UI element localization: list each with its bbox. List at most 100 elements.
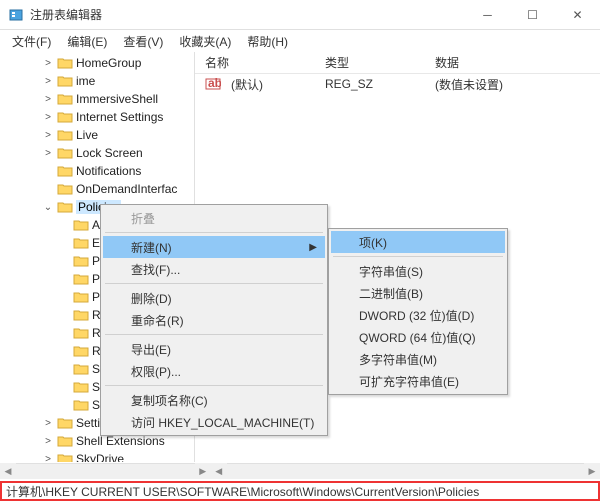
ctx-rename[interactable]: 重命名(R)	[103, 309, 325, 331]
folder-icon	[73, 398, 89, 412]
string-value-icon: ab	[205, 76, 221, 92]
new-expand-string[interactable]: 可扩充字符串值(E)	[331, 370, 505, 392]
folder-icon	[57, 110, 73, 124]
tree-node[interactable]: > HomeGroup	[2, 54, 194, 72]
folder-icon	[57, 416, 73, 430]
tree-node-label: P	[92, 272, 100, 286]
statusbar: 计算机\HKEY CURRENT USER\SOFTWARE\Microsoft…	[0, 481, 600, 501]
ctx-goto-hklm[interactable]: 访问 HKEY_LOCAL_MACHINE(T)	[103, 411, 325, 433]
collapse-icon[interactable]: ⌄	[42, 202, 54, 213]
menu-favorites[interactable]: 收藏夹(A)	[173, 31, 237, 52]
folder-icon	[73, 380, 89, 394]
folder-icon	[73, 236, 89, 250]
scroll-right-button[interactable]: ▶	[584, 463, 600, 479]
tree-node-label: ime	[76, 74, 95, 88]
menu-help[interactable]: 帮助(H)	[241, 31, 294, 52]
statusbar-path: 计算机\HKEY CURRENT USER\SOFTWARE\Microsoft…	[6, 483, 479, 500]
ctx-separator	[105, 334, 323, 335]
col-name[interactable]: 名称	[195, 54, 315, 71]
tree-node[interactable]: OnDemandInterfac	[2, 180, 194, 198]
scroll-track[interactable]	[16, 463, 195, 479]
ctx-separator	[105, 385, 323, 386]
svg-text:ab: ab	[208, 76, 221, 90]
ctx-permissions[interactable]: 权限(P)...	[103, 360, 325, 382]
ctx-export[interactable]: 导出(E)	[103, 338, 325, 360]
folder-icon	[73, 290, 89, 304]
folder-icon	[57, 452, 73, 462]
expand-icon[interactable]: >	[42, 148, 54, 159]
close-button[interactable]: ✕	[555, 0, 600, 29]
folder-icon	[57, 128, 73, 142]
scroll-track[interactable]	[227, 463, 584, 479]
new-qword[interactable]: QWORD (64 位)值(Q)	[331, 326, 505, 348]
menu-edit[interactable]: 编辑(E)	[61, 31, 113, 52]
ctx-separator	[105, 283, 323, 284]
maximize-button[interactable]: ☐	[510, 0, 555, 29]
ctx-separator	[105, 232, 323, 233]
expand-icon[interactable]: >	[42, 130, 54, 141]
expand-icon[interactable]: >	[42, 112, 54, 123]
scroll-left-button[interactable]: ◀	[211, 463, 227, 479]
ctx-find[interactable]: 查找(F)...	[103, 258, 325, 280]
menu-file[interactable]: 文件(F)	[6, 31, 57, 52]
tree-node[interactable]: > ImmersiveShell	[2, 90, 194, 108]
tree-node-label: Live	[76, 128, 98, 142]
tree-node[interactable]: > Live	[2, 126, 194, 144]
scroll-right-button[interactable]: ▶	[195, 463, 211, 479]
tree-node-label: HomeGroup	[76, 56, 141, 70]
value-data: (数值未设置)	[425, 76, 600, 93]
tree-node[interactable]: > SkyDrive	[2, 450, 194, 462]
expand-icon[interactable]: >	[42, 76, 54, 87]
list-header: 名称 类型 数据	[195, 52, 600, 74]
folder-icon	[57, 56, 73, 70]
menubar: 文件(F) 编辑(E) 查看(V) 收藏夹(A) 帮助(H)	[0, 30, 600, 52]
tree-node-label: S	[92, 398, 100, 412]
folder-icon	[57, 92, 73, 106]
ctx-delete[interactable]: 删除(D)	[103, 287, 325, 309]
tree-node[interactable]: > ime	[2, 72, 194, 90]
tree-node[interactable]: >Lock Screen	[2, 144, 194, 162]
tree-node-label: SkyDrive	[76, 452, 124, 462]
ctx-copy-key-name[interactable]: 复制项名称(C)	[103, 389, 325, 411]
scroll-left-button[interactable]: ◀	[0, 463, 16, 479]
col-type[interactable]: 类型	[315, 54, 425, 71]
folder-icon	[57, 200, 73, 214]
minimize-button[interactable]: ─	[465, 0, 510, 29]
tree-node[interactable]: >Internet Settings	[2, 108, 194, 126]
tree-node-label: P	[92, 254, 100, 268]
new-multi-string[interactable]: 多字符串值(M)	[331, 348, 505, 370]
folder-icon	[73, 326, 89, 340]
context-menu: 折叠 新建(N)▶ 查找(F)... 删除(D) 重命名(R) 导出(E) 权限…	[100, 204, 328, 436]
folder-icon	[57, 434, 73, 448]
expand-icon[interactable]: >	[42, 436, 54, 447]
new-string[interactable]: 字符串值(S)	[331, 260, 505, 282]
tree-node-label: A	[92, 218, 100, 232]
ctx-collapse[interactable]: 折叠	[103, 207, 325, 229]
new-key[interactable]: 项(K)	[331, 231, 505, 253]
expand-icon[interactable]: >	[42, 454, 54, 463]
new-dword[interactable]: DWORD (32 位)值(D)	[331, 304, 505, 326]
menu-view[interactable]: 查看(V)	[117, 31, 169, 52]
folder-icon	[73, 272, 89, 286]
ctx-new-label: 新建(N)	[131, 239, 172, 256]
window-buttons: ─ ☐ ✕	[465, 0, 600, 29]
folder-icon	[73, 218, 89, 232]
tree-node-label: Notifications	[76, 164, 141, 178]
expand-icon[interactable]: >	[42, 58, 54, 69]
tree-node-label: S	[92, 362, 100, 376]
expand-icon[interactable]: >	[42, 418, 54, 429]
expand-icon[interactable]: >	[42, 94, 54, 105]
window-title: 注册表编辑器	[30, 6, 465, 23]
tree-node[interactable]: Notifications	[2, 162, 194, 180]
new-submenu: 项(K) 字符串值(S) 二进制值(B) DWORD (32 位)值(D) QW…	[328, 228, 508, 395]
tree-node-label: ImmersiveShell	[76, 92, 158, 106]
horizontal-scrollbar[interactable]: ◀ ▶ ◀ ▶	[0, 463, 600, 479]
folder-icon	[73, 344, 89, 358]
new-binary[interactable]: 二进制值(B)	[331, 282, 505, 304]
list-row[interactable]: ab (默认) REG_SZ (数值未设置)	[195, 74, 600, 94]
tree-node-label: Shell Extensions	[76, 434, 165, 448]
value-name: (默认)	[221, 76, 315, 93]
col-data[interactable]: 数据	[425, 54, 600, 71]
ctx-new[interactable]: 新建(N)▶	[103, 236, 325, 258]
tree-node-label: E	[92, 236, 100, 250]
